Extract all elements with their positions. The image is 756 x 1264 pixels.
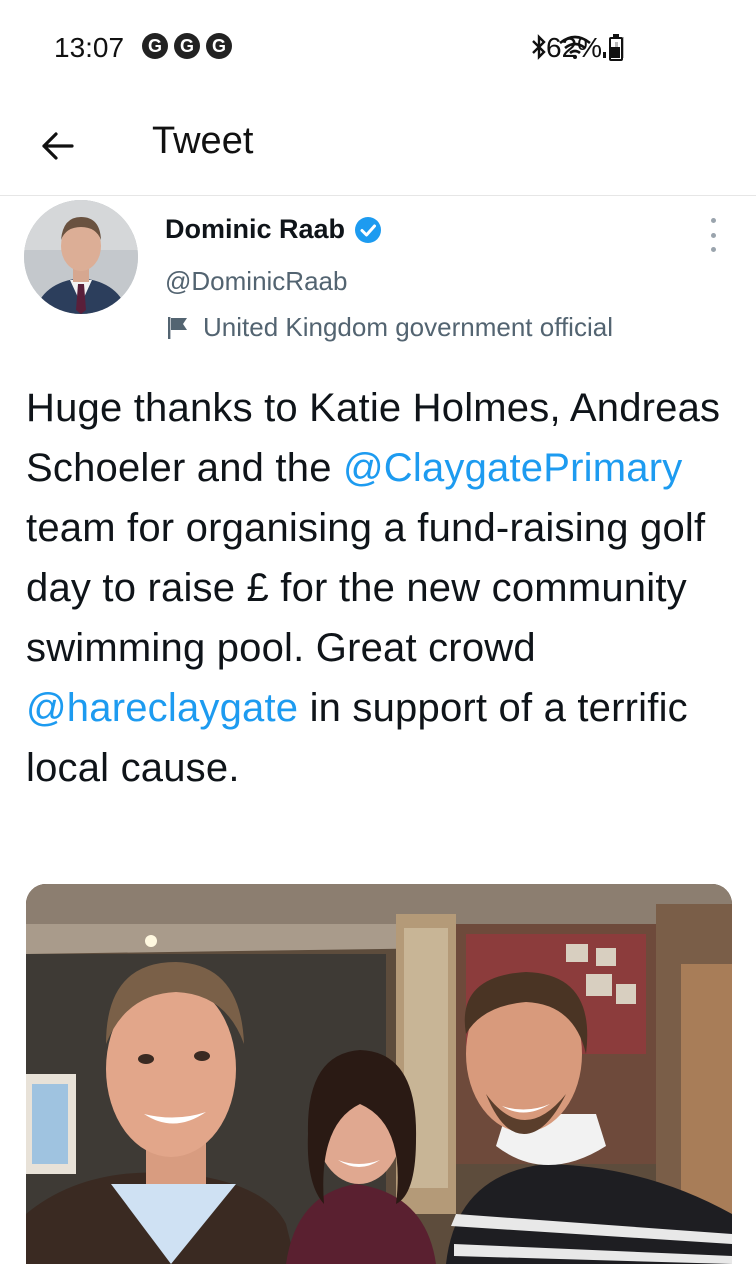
author-name[interactable]: Dominic Raab (165, 214, 383, 245)
status-time: 13:07 (54, 32, 125, 63)
battery-level-fill (612, 47, 620, 58)
back-button[interactable] (36, 122, 84, 170)
notification-icon: G (206, 33, 232, 59)
author-avatar[interactable] (24, 200, 138, 314)
battery-icon (609, 34, 623, 61)
more-vertical-icon (710, 218, 716, 223)
notification-icon: G (174, 33, 200, 59)
tweet-text-part: team for organising a fund-raising golf … (26, 506, 706, 670)
affiliation-text: United Kingdom government official (203, 312, 613, 342)
tweet-photo[interactable] (26, 884, 732, 1264)
arrow-left-icon (42, 132, 74, 160)
page-title: Tweet (152, 120, 254, 162)
verified-badge-icon (355, 216, 382, 243)
author-handle[interactable]: @DominicRaab (165, 266, 347, 297)
mention-link[interactable]: @hareclaygate (26, 686, 298, 730)
more-options-button[interactable] (705, 218, 721, 252)
photo-image (26, 884, 732, 1264)
tweet-text: Huge thanks to Katie Holmes, Andreas Sch… (26, 378, 736, 798)
status-bar: 13:07 G G G 62% (0, 0, 756, 100)
notification-icon: G (142, 33, 168, 59)
flag-icon (168, 316, 187, 339)
avatar-image (24, 200, 138, 314)
notification-icons: G G G (142, 33, 232, 59)
author-name-text: Dominic Raab (165, 214, 346, 244)
app-header: Tweet (0, 100, 756, 196)
battery-percent: 62% (546, 32, 603, 63)
affiliation-label: United Kingdom government official (165, 312, 613, 343)
mention-link[interactable]: @ClaygatePrimary (343, 446, 682, 490)
